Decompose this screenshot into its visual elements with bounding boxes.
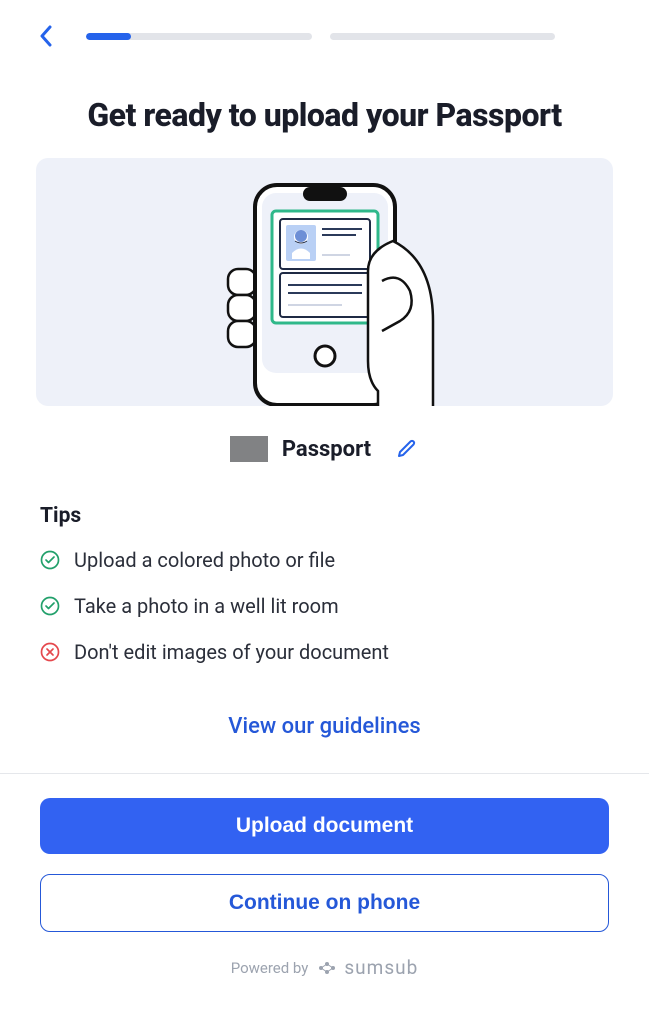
tip-item: Don't edit images of your document [40, 640, 609, 664]
page-title: Get ready to upload your Passport [0, 66, 649, 158]
sumsub-icon [316, 960, 338, 976]
document-type-label: Passport [282, 437, 371, 462]
brand-name: sumsub [344, 956, 418, 979]
check-circle-icon [40, 596, 60, 616]
progress-steps [86, 33, 615, 40]
progress-step-1 [86, 33, 312, 40]
tip-text: Don't edit images of your document [74, 640, 389, 664]
pencil-icon [397, 439, 417, 459]
powered-by-label: Powered by [231, 959, 309, 977]
tip-text: Take a photo in a well lit room [74, 594, 339, 618]
progress-fill-1 [86, 33, 131, 40]
edit-document-button[interactable] [395, 437, 419, 461]
x-circle-icon [40, 642, 60, 662]
continue-on-phone-button[interactable]: Continue on phone [40, 874, 609, 932]
brand-logo: sumsub [316, 956, 418, 979]
tip-item: Take a photo in a well lit room [40, 594, 609, 618]
tip-item: Upload a colored photo or file [40, 548, 609, 572]
tips-heading: Tips [40, 504, 609, 528]
tips-section: Tips Upload a colored photo or file Take… [0, 482, 649, 696]
check-circle-icon [40, 550, 60, 570]
country-flag-icon [230, 436, 268, 462]
tip-text: Upload a colored photo or file [74, 548, 335, 572]
progress-step-2 [330, 33, 556, 40]
illustration-panel [36, 158, 613, 406]
phone-illustration [210, 181, 440, 406]
actions: Upload document Continue on phone [0, 774, 649, 946]
upload-document-button[interactable]: Upload document [40, 798, 609, 854]
document-type-row: Passport [0, 406, 649, 482]
footer: Powered by sumsub [0, 946, 649, 989]
back-button[interactable] [34, 24, 58, 48]
guidelines-link[interactable]: View our guidelines [0, 696, 649, 773]
chevron-left-icon [39, 25, 53, 47]
